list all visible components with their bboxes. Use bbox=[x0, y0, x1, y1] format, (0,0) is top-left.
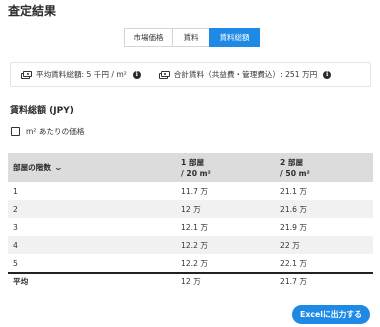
per-m2-label: m² あたりの価格 bbox=[26, 127, 85, 136]
one-room-cell: 12.2 万 bbox=[181, 258, 208, 268]
floor-cell: 4 bbox=[13, 240, 18, 250]
export-excel-button[interactable]: Excelに出力する bbox=[292, 305, 370, 324]
average-row: 平均 12 万 21.7 万 bbox=[8, 272, 373, 289]
cash-icon bbox=[21, 70, 32, 79]
info-icon[interactable]: i bbox=[132, 70, 141, 79]
avg-rent-summary: 平均賃料総額: 5 千円 / m² i bbox=[21, 69, 141, 80]
two-room-column-header: 2 部屋 / 50 m² bbox=[280, 157, 310, 178]
one-room-cell: 11.7 万 bbox=[181, 186, 208, 196]
tab-market-price[interactable]: 市場価格 bbox=[124, 28, 173, 47]
two-room-cell: 21.6 万 bbox=[280, 204, 307, 214]
one-room-column-header: 1 部屋 / 20 m² bbox=[181, 157, 211, 178]
one-room-cell: 12.1 万 bbox=[181, 222, 208, 232]
one-room-cell: 12.2 万 bbox=[181, 240, 208, 250]
table-row: 4 12.2 万 22 万 bbox=[8, 236, 373, 254]
two-room-cell: 22.1 万 bbox=[280, 258, 307, 268]
two-room-average: 21.7 万 bbox=[280, 277, 307, 286]
table-header: 部屋の階数 ⌄ 1 部屋 / 20 m² 2 部屋 / 50 m² bbox=[8, 153, 373, 182]
floor-cell: 1 bbox=[13, 186, 18, 196]
tab-total-rent[interactable]: 賃料総額 bbox=[209, 28, 260, 47]
chevron-down-icon: ⌄ bbox=[53, 163, 64, 172]
floor-cell: 3 bbox=[13, 222, 18, 232]
view-tabs: 市場価格 賃料 賃料総額 bbox=[124, 28, 260, 47]
avg-rent-text: 平均賃料総額: 5 千円 / m² bbox=[36, 70, 127, 79]
table-row: 5 12.2 万 22.1 万 bbox=[8, 254, 373, 272]
page-title: 査定結果 bbox=[8, 4, 57, 18]
info-icon[interactable]: i bbox=[323, 70, 332, 79]
per-m2-toggle[interactable]: m² あたりの価格 bbox=[11, 126, 84, 137]
table-row: 2 12 万 21.6 万 bbox=[8, 200, 373, 218]
two-room-cell: 22 万 bbox=[280, 240, 300, 250]
rent-table: 部屋の階数 ⌄ 1 部屋 / 20 m² 2 部屋 / 50 m² 1 11.7… bbox=[8, 153, 373, 289]
one-room-cell: 12 万 bbox=[181, 204, 201, 214]
two-room-cell: 21.1 万 bbox=[280, 186, 307, 196]
table-row: 1 11.7 万 21.1 万 bbox=[8, 182, 373, 200]
floor-cell: 5 bbox=[13, 258, 18, 268]
section-title: 賃料総額 (JPY) bbox=[10, 106, 74, 116]
per-m2-checkbox[interactable] bbox=[11, 127, 20, 136]
table-row: 3 12.1 万 21.9 万 bbox=[8, 218, 373, 236]
total-rent-text: 合計賃料（共益費・管理費込）: 251 万円 bbox=[173, 70, 318, 79]
one-room-average: 12 万 bbox=[181, 277, 201, 286]
cash-icon bbox=[158, 70, 170, 79]
two-room-cell: 21.9 万 bbox=[280, 222, 307, 232]
floor-cell: 2 bbox=[13, 204, 18, 214]
floor-column-header[interactable]: 部屋の階数 ⌄ bbox=[8, 153, 175, 182]
summary-info-box: 平均賃料総額: 5 千円 / m² i 合計賃料（共益費・管理費込）: 251 … bbox=[10, 62, 371, 87]
average-label: 平均 bbox=[13, 277, 29, 286]
total-rent-summary: 合計賃料（共益費・管理費込）: 251 万円 i bbox=[158, 69, 332, 80]
tab-rent[interactable]: 賃料 bbox=[172, 28, 210, 47]
